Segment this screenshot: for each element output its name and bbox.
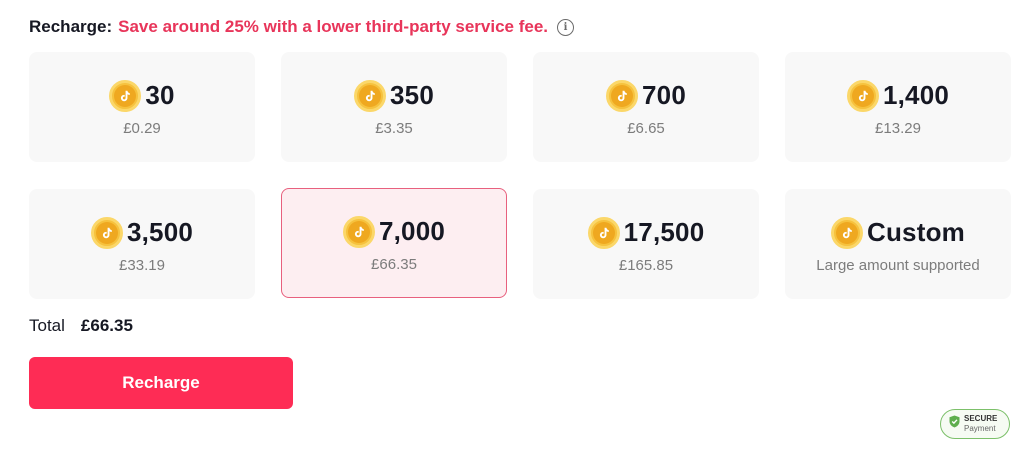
coin-amount: 3,500 <box>126 217 194 247</box>
coin-package-card[interactable]: 3,500 £33.19 <box>29 189 255 299</box>
total-label: Total <box>29 316 65 335</box>
coin-price: £6.65 <box>627 119 665 137</box>
info-icon[interactable]: i <box>557 18 575 36</box>
custom-package-card[interactable]: Custom Large amount supported <box>785 189 1011 299</box>
coin-amount: 1,400 <box>882 80 950 110</box>
coin-price: £33.19 <box>119 256 165 274</box>
coin-package-card[interactable]: 700 £6.65 <box>533 52 759 162</box>
coin-amount: 7,000 <box>378 216 446 246</box>
coin-price: £13.29 <box>875 119 921 137</box>
coin-amount-row: 30 <box>109 78 174 114</box>
coin-amount-row: 700 <box>606 78 686 114</box>
coin-amount-row: Custom <box>831 215 965 251</box>
coin-amount-row: 3,500 <box>90 215 194 251</box>
coin-icon <box>109 79 142 112</box>
coin-icon <box>587 216 620 249</box>
shield-check-icon <box>949 415 960 433</box>
coin-package-card[interactable]: 30 £0.29 <box>29 52 255 162</box>
coin-amount: 700 <box>642 80 686 110</box>
coin-icon <box>90 216 123 249</box>
coin-price: £66.35 <box>371 255 417 273</box>
coin-icon <box>831 216 863 249</box>
coin-price: £3.35 <box>375 119 413 137</box>
secure-badge-line2: Payment <box>964 424 996 433</box>
coin-icon <box>342 215 375 248</box>
coin-amount-row: 1,400 <box>846 78 950 114</box>
coin-package-card-selected[interactable]: 7,000 £66.35 <box>281 188 507 298</box>
coin-amount-row: 7,000 <box>342 214 446 250</box>
promo-text: Save around 25% with a lower third-party… <box>118 17 549 36</box>
coin-icon <box>606 79 638 112</box>
coin-package-card[interactable]: 17,500 £165.85 <box>533 189 759 299</box>
coin-price: Large amount supported <box>816 256 980 274</box>
coin-icon <box>354 79 386 112</box>
total-value: £66.35 <box>80 316 133 335</box>
secure-badge-line1: SECURE <box>964 414 998 423</box>
coin-package-card[interactable]: 1,400 £13.29 <box>785 52 1011 162</box>
coin-amount: 350 <box>390 80 434 110</box>
total-row: Total £66.35 <box>29 316 133 336</box>
coin-amount-row: 350 <box>354 78 434 114</box>
coin-price: £165.85 <box>618 256 674 274</box>
coin-amount-row: 17,500 <box>587 215 705 251</box>
coin-price: £0.29 <box>123 119 161 137</box>
coin-amount: Custom <box>867 217 965 247</box>
secure-payment-badge: SECURE Payment <box>940 409 1010 439</box>
coin-icon <box>846 79 879 112</box>
recharge-header: Recharge: Save around 25% with a lower t… <box>29 14 575 40</box>
coin-package-card[interactable]: 350 £3.35 <box>281 52 507 162</box>
secure-badge-text: SECURE Payment <box>964 414 997 434</box>
recharge-button[interactable]: Recharge <box>29 357 293 409</box>
recharge-label: Recharge: <box>29 17 113 36</box>
coin-amount: 30 <box>145 80 175 110</box>
coin-amount: 17,500 <box>623 217 705 247</box>
